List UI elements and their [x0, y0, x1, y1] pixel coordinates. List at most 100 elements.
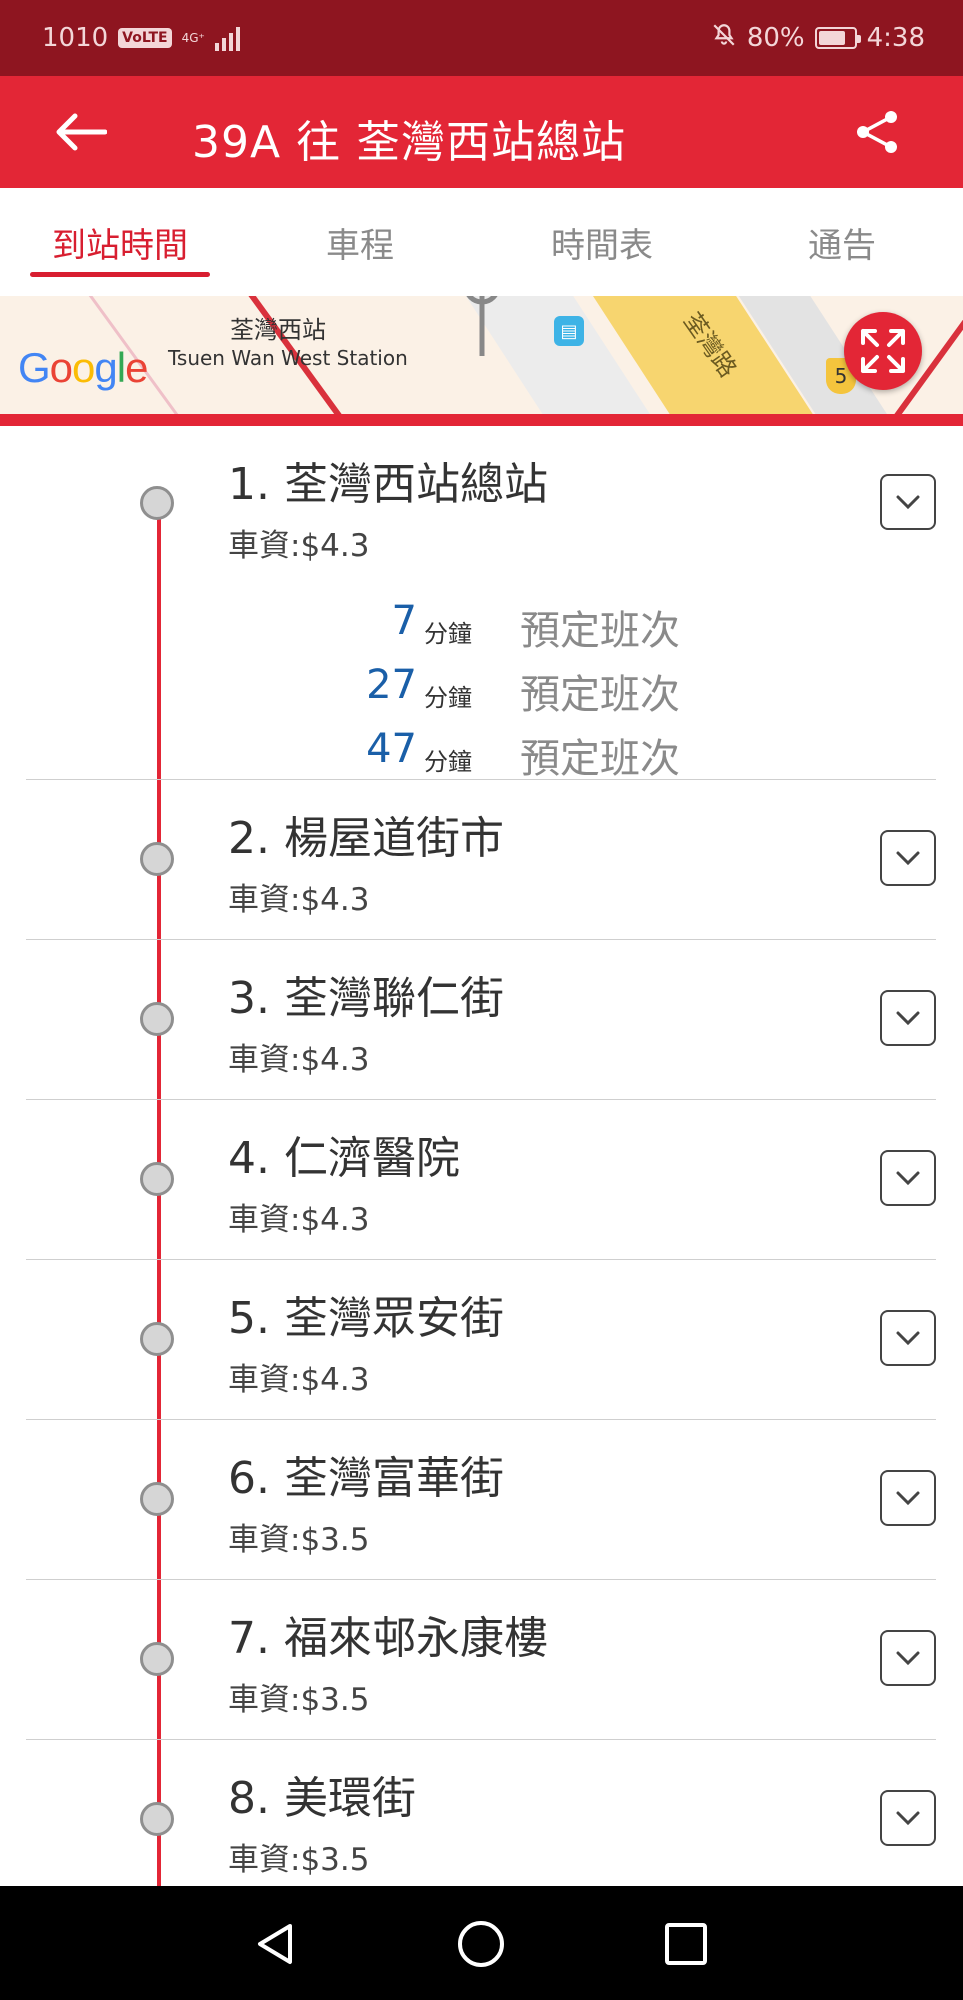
- mute-icon: [711, 22, 737, 55]
- nav-back-button[interactable]: [248, 1916, 304, 1972]
- page-title: 39A 往 荃灣西站總站: [192, 117, 627, 168]
- chevron-down-icon: [896, 1171, 920, 1186]
- chevron-down-icon: [896, 1011, 920, 1026]
- stop-item[interactable]: 1. 荃灣西站總站 車資:$4.3 7 分鐘 預定班次 27 分鐘 預定班次 4…: [0, 426, 963, 782]
- expand-stop-button[interactable]: [880, 1150, 936, 1206]
- stop-marker: [140, 1162, 174, 1196]
- stop-name: 1. 荃灣西站總站: [228, 459, 548, 510]
- share-icon: [857, 111, 897, 153]
- stop-marker: [140, 1802, 174, 1836]
- eta-type: 預定班次: [520, 672, 680, 718]
- map-pin-icon: [466, 296, 498, 356]
- tab-arrival-time[interactable]: 到站時間: [0, 188, 240, 296]
- expand-stop-button[interactable]: [880, 1310, 936, 1366]
- eta-unit: 分鐘: [424, 684, 472, 712]
- arrow-left-icon: [56, 113, 107, 151]
- stop-marker: [140, 1322, 174, 1356]
- tab-journey[interactable]: 車程: [240, 188, 480, 296]
- stop-fare: 車資:$4.3: [228, 1202, 370, 1238]
- stop-name: 8. 美環街: [228, 1773, 416, 1824]
- expand-stop-button[interactable]: [880, 474, 936, 530]
- stop-name: 6. 荃灣富華街: [228, 1453, 504, 1504]
- triangle-back-icon: [258, 1924, 292, 1964]
- stop-fare: 車資:$3.5: [228, 1522, 370, 1558]
- expand-stop-button[interactable]: [880, 830, 936, 886]
- expand-stop-button[interactable]: [880, 1470, 936, 1526]
- stop-marker: [140, 1482, 174, 1516]
- eta-row: 27 分鐘 預定班次: [0, 658, 963, 718]
- stop-fare: 車資:$4.3: [228, 1362, 370, 1398]
- eta-type: 預定班次: [520, 736, 680, 782]
- stop-name: 5. 荃灣眾安街: [228, 1293, 504, 1344]
- back-button[interactable]: [50, 104, 110, 160]
- stop-marker: [140, 842, 174, 876]
- stop-name: 3. 荃灣聯仁街: [228, 973, 504, 1024]
- stop-item[interactable]: 2. 楊屋道街市 車資:$4.3: [0, 780, 963, 940]
- fullscreen-map-button[interactable]: [844, 312, 922, 390]
- stop-name: 2. 楊屋道街市: [228, 813, 504, 864]
- expand-stop-button[interactable]: [880, 1630, 936, 1686]
- tab-timetable[interactable]: 時間表: [482, 188, 722, 296]
- status-bar-right: 80% 4:38: [711, 22, 925, 55]
- clock: 4:38: [866, 23, 925, 53]
- tab-bar: 到站時間 車程 時間表 通告: [0, 188, 963, 296]
- volte-icon: VoLTE: [118, 28, 172, 48]
- stop-list[interactable]: 1. 荃灣西站總站 車資:$4.3 7 分鐘 預定班次 27 分鐘 預定班次 4…: [0, 426, 963, 1886]
- chevron-down-icon: [896, 495, 920, 510]
- stop-marker: [140, 1642, 174, 1676]
- active-tab-indicator: [30, 272, 210, 277]
- expand-icon: [861, 329, 905, 373]
- stop-item[interactable]: 7. 福來邨永康樓 車資:$3.5: [0, 1580, 963, 1740]
- expand-stop-button[interactable]: [880, 990, 936, 1046]
- google-logo: Google: [18, 344, 148, 391]
- chevron-down-icon: [896, 1811, 920, 1826]
- status-bar: 1010 VoLTE 4G⁺ 80% 4:38: [0, 0, 963, 76]
- stop-item[interactable]: 6. 荃灣富華街 車資:$3.5: [0, 1420, 963, 1580]
- eta-type: 預定班次: [520, 608, 680, 654]
- stop-item[interactable]: 3. 荃灣聯仁街 車資:$4.3: [0, 940, 963, 1100]
- map-station-name-en: Tsuen Wan West Station: [168, 346, 408, 370]
- bus-stop-icon: ▤: [554, 316, 584, 346]
- stop-fare: 車資:$3.5: [228, 1842, 370, 1878]
- chevron-down-icon: [896, 1491, 920, 1506]
- stop-fare: 車資:$4.3: [228, 528, 370, 564]
- nav-home-button[interactable]: [453, 1916, 509, 1972]
- battery-percent: 80%: [746, 23, 805, 53]
- map-station-name: 荃灣西站: [230, 316, 326, 344]
- app-bar: 39A 往 荃灣西站總站: [0, 76, 963, 188]
- eta-unit: 分鐘: [424, 620, 472, 648]
- stop-fare: 車資:$3.5: [228, 1682, 370, 1718]
- eta-row: 7 分鐘 預定班次: [0, 594, 963, 654]
- chevron-down-icon: [896, 1651, 920, 1666]
- stop-fare: 車資:$4.3: [228, 1042, 370, 1078]
- stop-name: 7. 福來邨永康樓: [228, 1613, 548, 1664]
- circle-home-icon: [458, 1921, 504, 1967]
- stop-marker: [140, 1002, 174, 1036]
- map-view[interactable]: 荃灣西站 Tsuen Wan West Station ▤ 荃灣路 5 Goog…: [0, 296, 963, 414]
- stop-item[interactable]: 5. 荃灣眾安街 車資:$4.3: [0, 1260, 963, 1420]
- stop-name: 4. 仁濟醫院: [228, 1133, 460, 1184]
- chevron-down-icon: [896, 1331, 920, 1346]
- stop-fare: 車資:$4.3: [228, 882, 370, 918]
- network-type: 4G⁺: [181, 31, 205, 45]
- stop-marker: [140, 486, 174, 520]
- chevron-down-icon: [896, 851, 920, 866]
- eta-minutes: 27: [366, 662, 417, 708]
- eta-minutes: 7: [391, 598, 417, 644]
- share-button[interactable]: [849, 104, 905, 160]
- status-bar-left: 1010 VoLTE 4G⁺: [42, 23, 240, 53]
- map-divider: [0, 414, 963, 426]
- stop-item[interactable]: 8. 美環街 車資:$3.5: [0, 1740, 963, 1886]
- tab-notices[interactable]: 通告: [722, 188, 962, 296]
- stop-item[interactable]: 4. 仁濟醫院 車資:$4.3: [0, 1100, 963, 1260]
- status-text: 1010: [42, 23, 109, 53]
- eta-minutes: 47: [366, 726, 417, 772]
- nav-recents-button[interactable]: [658, 1916, 714, 1972]
- expand-stop-button[interactable]: [880, 1790, 936, 1846]
- battery-icon: [814, 27, 861, 49]
- signal-icon: [214, 25, 240, 51]
- square-recents-icon: [665, 1923, 707, 1965]
- system-nav-bar: [0, 1886, 963, 2000]
- eta-unit: 分鐘: [424, 748, 472, 776]
- eta-row: 47 分鐘 預定班次: [0, 722, 963, 782]
